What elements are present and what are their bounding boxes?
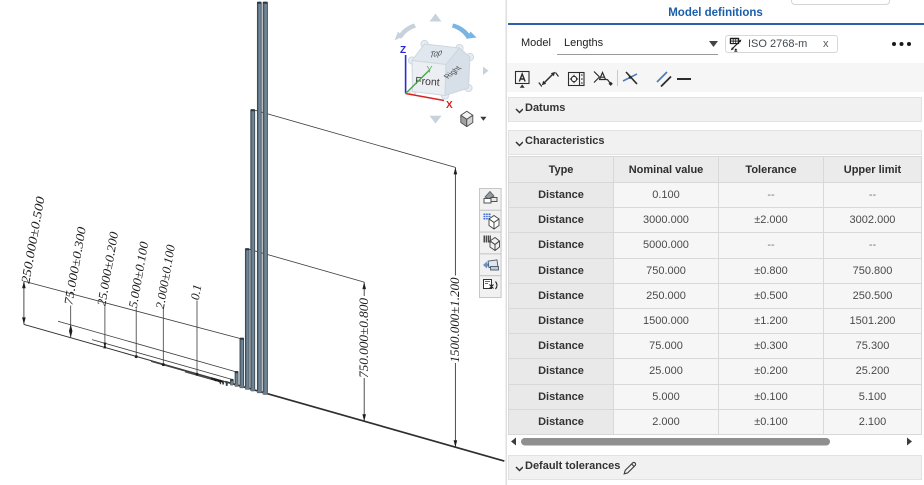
svg-text:X: X xyxy=(446,100,453,111)
svg-text:2.000±0.100: 2.000±0.100 xyxy=(153,243,178,310)
svg-text:25.000±0.200: 25.000±0.200 xyxy=(94,230,121,307)
svg-text:0.1: 0.1 xyxy=(188,283,204,301)
svg-text:75.000±0.300: 75.000±0.300 xyxy=(61,225,89,306)
svg-text:Z: Z xyxy=(400,45,406,56)
svg-text:250.000±0.500: 250.000±0.500 xyxy=(18,195,47,285)
svg-text:Front: Front xyxy=(415,75,440,89)
svg-text:5.000±0.100: 5.000±0.100 xyxy=(126,240,152,309)
svg-text:1500.000±1.200: 1500.000±1.200 xyxy=(448,277,462,363)
svg-text:750.000±0.800: 750.000±0.800 xyxy=(357,297,371,378)
svg-text:Y: Y xyxy=(427,65,433,75)
